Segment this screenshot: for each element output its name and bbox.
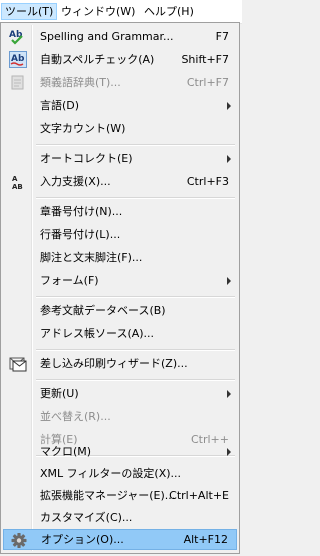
menu-item-extension-manager[interactable]: 拡張機能マネージャー(E)... Ctrl+Alt+E (3, 485, 237, 506)
menu-item-xml-filter-settings[interactable]: XML フィルターの設定(X)... (3, 463, 237, 484)
menu-separator (36, 379, 235, 381)
options-gear-icon (10, 532, 28, 549)
menu-separator (36, 144, 235, 146)
menu-item-sort[interactable]: 並べ替え(R)... (3, 406, 237, 427)
menu-item-chapter-numbering[interactable]: 章番号付け(N)... (3, 201, 237, 222)
menu-help[interactable]: ヘルプ(H) (141, 3, 197, 20)
submenu-arrow-icon (227, 277, 231, 285)
menu-item-word-count[interactable]: 文字カウント(W) (3, 118, 237, 139)
menu-item-word-completion[interactable]: A AB 入力支援(X)... Ctrl+F3 (3, 171, 237, 192)
tools-dropdown-menu: Ab Spelling and Grammar... F7 Ab 自動スペルチェ… (0, 22, 240, 554)
menu-item-customize[interactable]: カスタマイズ(C)... (3, 507, 237, 528)
thesaurus-icon (9, 74, 27, 91)
menu-item-mail-merge-wizard[interactable]: 差し込み印刷ウィザード(Z)... (3, 353, 237, 374)
menu-item-spelling-grammar[interactable]: Ab Spelling and Grammar... F7 (3, 26, 237, 47)
menu-item-bibliography-database[interactable]: 参考文献データベース(B) (3, 300, 237, 321)
menu-item-language[interactable]: 言語(D) (3, 95, 237, 116)
svg-text:A: A (12, 175, 18, 183)
submenu-arrow-icon (227, 390, 231, 398)
mail-merge-icon (9, 355, 27, 372)
menu-item-footnotes-endnotes[interactable]: 脚注と文末脚注(F)... (3, 247, 237, 268)
submenu-arrow-icon (227, 448, 231, 456)
word-completion-icon: A AB (9, 173, 27, 191)
menu-item-forms[interactable]: フォーム(F) (3, 270, 237, 291)
menu-item-autocorrect[interactable]: オートコレクト(E) (3, 148, 237, 169)
menu-item-options[interactable]: オプション(O)... Alt+F12 (3, 529, 237, 550)
menu-item-address-book-source[interactable]: アドレス帳ソース(A)... (3, 323, 237, 344)
menu-item-line-numbering[interactable]: 行番号付け(L)... (3, 224, 237, 245)
menu-separator (36, 349, 235, 351)
menu-tools[interactable]: ツール(T) (1, 3, 58, 20)
menu-item-update[interactable]: 更新(U) (3, 383, 237, 404)
svg-text:AB: AB (12, 183, 23, 190)
auto-spellcheck-icon: Ab (9, 51, 27, 68)
spelling-check-icon: Ab (9, 28, 27, 45)
submenu-arrow-icon (227, 102, 231, 110)
menu-separator (36, 197, 235, 199)
menu-item-auto-spellcheck[interactable]: Ab 自動スペルチェック(A) Shift+F7 (3, 49, 237, 70)
menu-item-thesaurus[interactable]: 類義語辞典(T)... Ctrl+F7 (3, 72, 237, 93)
submenu-arrow-icon (227, 155, 231, 163)
menu-item-macros[interactable]: マクロ(M) (3, 441, 237, 462)
menu-window[interactable]: ウィンドウ(W) (58, 3, 138, 20)
menu-bar: ツール(T) ウィンドウ(W) ヘルプ(H) (0, 0, 242, 24)
menu-separator (36, 296, 235, 298)
